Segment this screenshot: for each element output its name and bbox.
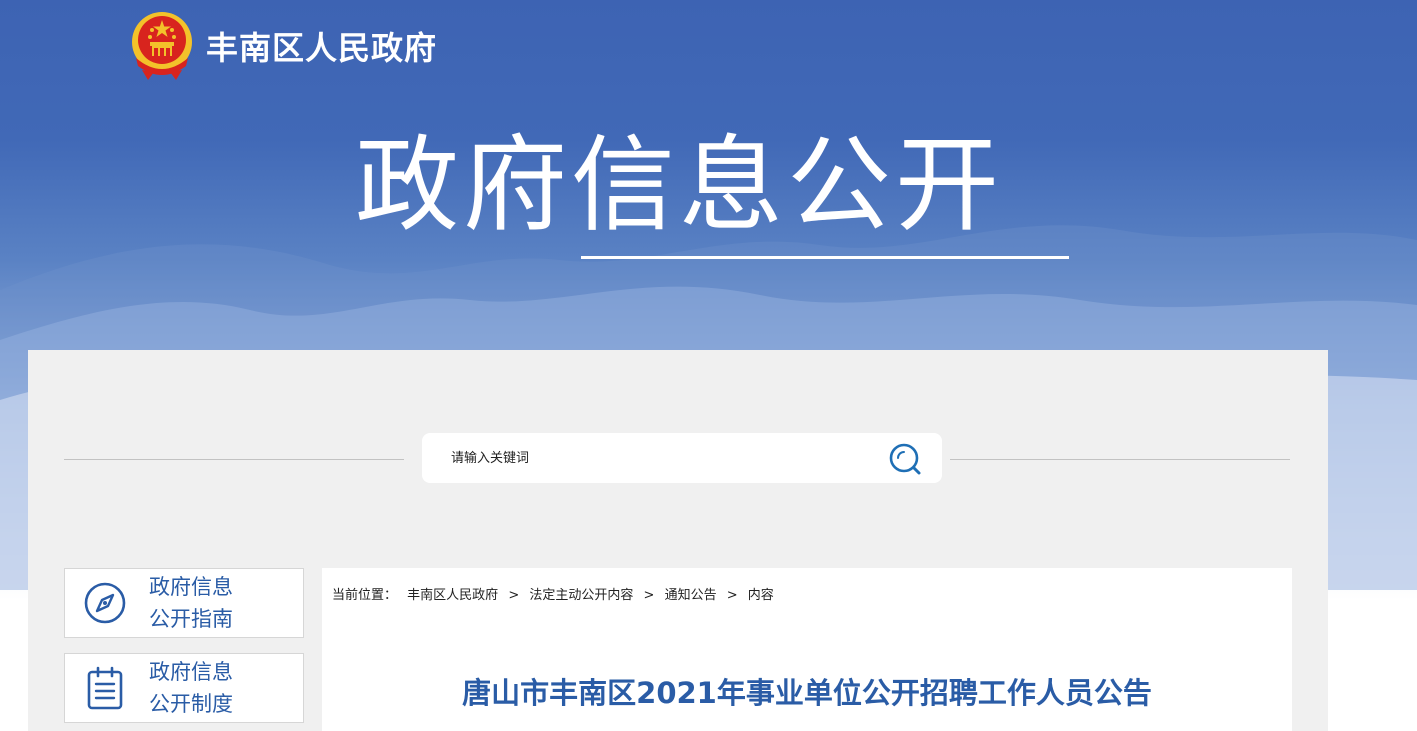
search-icon[interactable]: [888, 442, 922, 476]
clipboard-icon: [87, 666, 123, 710]
breadcrumb-separator: >: [726, 588, 738, 603]
breadcrumb-link-notices[interactable]: 通知公告: [665, 588, 717, 603]
breadcrumb-link-content[interactable]: 内容: [748, 588, 774, 603]
content-area: 当前位置： 丰南区人民政府 > 法定主动公开内容 > 通知公告 > 内容 唐山市…: [322, 568, 1292, 731]
site-logo[interactable]: 丰南区人民政府: [128, 10, 437, 82]
search-divider-right: [950, 459, 1290, 460]
breadcrumb: 当前位置： 丰南区人民政府 > 法定主动公开内容 > 通知公告 > 内容: [332, 584, 774, 603]
main-panel: 政府信息 公开指南 政府信息 公开制度 当前位置： 丰南区人民政府 > 法定主动…: [28, 350, 1328, 731]
sidebar-item-label: 政府信息 公开制度: [149, 660, 233, 716]
breadcrumb-link-home[interactable]: 丰南区人民政府: [407, 588, 498, 603]
national-emblem-icon: [132, 12, 192, 80]
search-box: [422, 433, 942, 483]
sidebar-item-disclosure-system[interactable]: 政府信息 公开制度: [64, 653, 304, 723]
breadcrumb-link-statutory[interactable]: 法定主动公开内容: [529, 588, 633, 603]
search-input[interactable]: [442, 443, 890, 473]
search-divider-left: [64, 459, 404, 460]
compass-icon: [84, 582, 126, 624]
breadcrumb-prefix: 当前位置：: [332, 588, 398, 603]
article-title: 唐山市丰南区2021年事业单位公开招聘工作人员公告: [462, 676, 1152, 710]
breadcrumb-separator: >: [643, 588, 655, 603]
breadcrumb-separator: >: [508, 588, 520, 603]
site-name: 丰南区人民政府: [206, 29, 438, 67]
sidebar-item-disclosure-guide[interactable]: 政府信息 公开指南: [64, 568, 304, 638]
title-underline: [581, 256, 1069, 259]
sidebar-item-label: 政府信息 公开指南: [149, 575, 233, 631]
section-title: 政府信息公开: [355, 124, 1004, 246]
